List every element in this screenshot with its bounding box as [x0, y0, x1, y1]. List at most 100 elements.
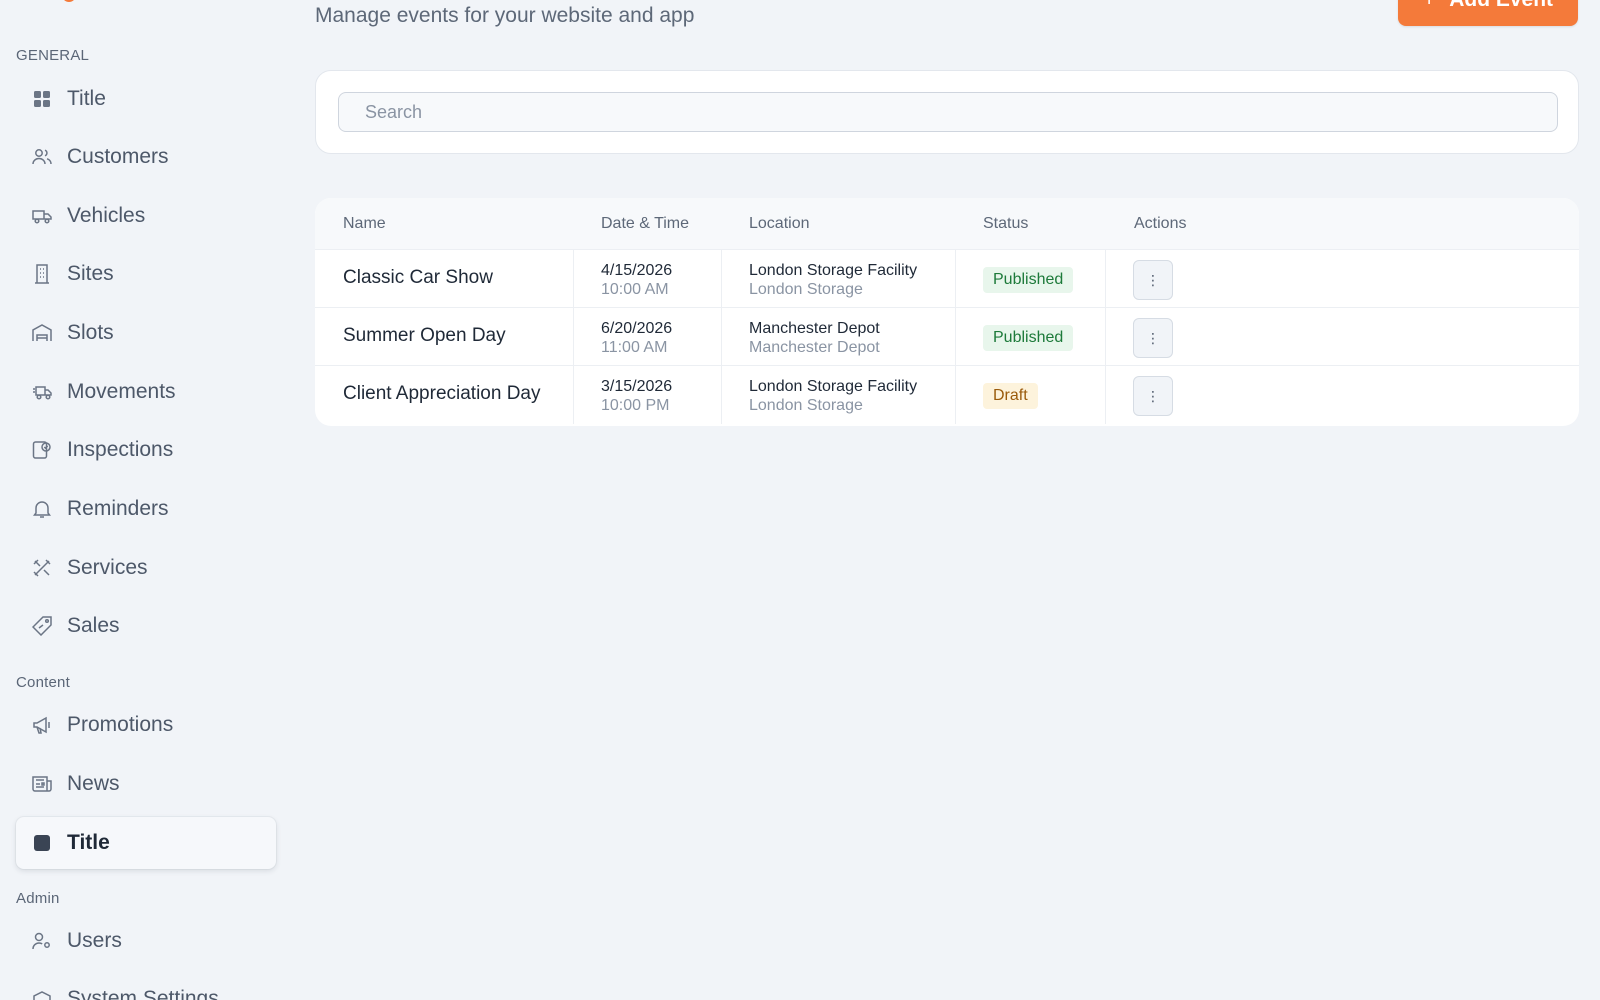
- row-actions-button[interactable]: ⋮: [1133, 260, 1173, 300]
- sidebar-item-promotions[interactable]: Promotions: [16, 699, 276, 751]
- sidebar-item-label: Sites: [67, 262, 114, 285]
- sidebar-item-slots[interactable]: Slots: [16, 307, 276, 359]
- event-location-sub: London Storage: [749, 397, 863, 414]
- sidebar-item-label: Vehicles: [67, 204, 146, 227]
- clipboard-check-icon: [32, 440, 52, 460]
- sidebar-item-users[interactable]: Users: [16, 915, 276, 967]
- column-header-status[interactable]: Status: [983, 215, 1028, 233]
- sidebar-item-inspections[interactable]: Inspections: [16, 424, 276, 476]
- event-date: 6/20/2026: [601, 320, 673, 337]
- event-location: London Storage Facility: [749, 378, 918, 395]
- cell-divider: [573, 366, 574, 424]
- event-location: Manchester Depot: [749, 320, 880, 337]
- megaphone-icon: [32, 715, 52, 735]
- sidebar-item-label: Movements: [67, 380, 176, 403]
- search-card: [315, 70, 1579, 154]
- column-header-date-time[interactable]: Date & Time: [601, 215, 689, 233]
- more-vertical-icon: ⋮: [1146, 387, 1160, 404]
- event-time: 10:00 PM: [601, 397, 670, 414]
- sidebar-item-label: Inspections: [67, 438, 174, 461]
- event-location: London Storage Facility: [749, 262, 918, 279]
- sidebar-item-label: Customers: [67, 145, 169, 168]
- cell-divider: [721, 308, 722, 365]
- event-name: Summer Open Day: [343, 325, 506, 346]
- sidebar-item-movements[interactable]: Movements: [16, 366, 276, 418]
- cell-divider: [1105, 366, 1106, 424]
- events-table: Name Date & Time Location Status Actions…: [315, 198, 1579, 426]
- tag-icon: [32, 616, 52, 636]
- newspaper-icon: [32, 774, 52, 794]
- column-header-actions: Actions: [1134, 215, 1187, 232]
- event-date: 4/15/2026: [601, 262, 673, 279]
- sidebar-item-label: Users: [67, 929, 122, 952]
- column-header-name[interactable]: Name: [343, 215, 386, 233]
- user-cog-icon: [32, 931, 52, 951]
- table-row[interactable]: Client Appreciation Day 3/15/2026 10:00 …: [315, 366, 1579, 424]
- add-event-button[interactable]: + Add Event: [1398, 0, 1578, 26]
- users-icon: [32, 147, 52, 167]
- sidebar-item-label: Title: [67, 831, 110, 854]
- event-time: 11:00 AM: [601, 339, 668, 356]
- cell-divider: [1105, 250, 1106, 307]
- sidebar-item-label: System Settings: [67, 987, 219, 1000]
- sidebar-item-title-active[interactable]: Title: [16, 817, 276, 869]
- tools-icon: [32, 558, 52, 578]
- garage-icon: [32, 323, 52, 343]
- sidebar-item-label: Title: [67, 87, 106, 110]
- truck-icon: [32, 206, 52, 226]
- delivery-truck-icon: [32, 382, 52, 402]
- cell-divider: [573, 250, 574, 307]
- sidebar-item-news[interactable]: News: [16, 758, 276, 810]
- more-vertical-icon: ⋮: [1146, 271, 1160, 288]
- sidebar-item-label: Services: [67, 556, 148, 579]
- section-label-general: GENERAL: [16, 47, 90, 64]
- sidebar-item-title[interactable]: Title: [16, 73, 276, 125]
- table-row[interactable]: Classic Car Show 4/15/2026 10:00 AM Lond…: [315, 250, 1579, 308]
- sidebar-item-sales[interactable]: Sales: [16, 600, 276, 652]
- status-badge: Draft: [983, 383, 1038, 409]
- cell-divider: [955, 250, 956, 307]
- cell-divider: [721, 250, 722, 307]
- cell-divider: [955, 308, 956, 365]
- section-label-content: Content: [16, 674, 70, 691]
- more-vertical-icon: ⋮: [1146, 329, 1160, 346]
- row-actions-button[interactable]: ⋮: [1133, 318, 1173, 358]
- sidebar-item-label: Promotions: [67, 713, 174, 736]
- sidebar-item-label: Sales: [67, 614, 120, 637]
- sidebar-item-label: News: [67, 772, 120, 795]
- building-icon: [32, 264, 52, 284]
- sidebar: GENERAL Title Customers Vehicles Sites S…: [0, 0, 290, 1000]
- sidebar-item-system-settings[interactable]: System Settings: [16, 973, 276, 1000]
- grid-icon: [32, 89, 52, 109]
- add-event-label: Add Event: [1449, 0, 1553, 12]
- event-name: Client Appreciation Day: [343, 383, 541, 404]
- sidebar-item-customers[interactable]: Customers: [16, 131, 276, 183]
- sidebar-item-services[interactable]: Services: [16, 542, 276, 594]
- sidebar-item-label: Slots: [67, 321, 114, 344]
- event-name: Classic Car Show: [343, 267, 493, 288]
- cell-divider: [721, 366, 722, 424]
- event-location-sub: Manchester Depot: [749, 339, 880, 356]
- sidebar-item-vehicles[interactable]: Vehicles: [16, 190, 276, 242]
- row-actions-button[interactable]: ⋮: [1133, 376, 1173, 416]
- status-badge: Published: [983, 325, 1074, 351]
- logo: [62, 0, 76, 2]
- square-icon: [32, 833, 52, 853]
- search-input[interactable]: [338, 92, 1558, 132]
- column-header-location[interactable]: Location: [749, 215, 810, 233]
- settings-icon: [32, 989, 52, 1000]
- event-location-sub: London Storage: [749, 281, 863, 298]
- sidebar-item-label: Reminders: [67, 497, 169, 520]
- section-label-admin: Admin: [16, 890, 60, 907]
- event-time: 10:00 AM: [601, 281, 669, 298]
- cell-divider: [1105, 308, 1106, 365]
- page-subtitle: Manage events for your website and app: [315, 4, 695, 27]
- sidebar-item-sites[interactable]: Sites: [16, 248, 276, 300]
- cell-divider: [955, 366, 956, 424]
- event-date: 3/15/2026: [601, 378, 673, 395]
- sidebar-item-reminders[interactable]: Reminders: [16, 483, 276, 535]
- cell-divider: [573, 308, 574, 365]
- table-row[interactable]: Summer Open Day 6/20/2026 11:00 AM Manch…: [315, 308, 1579, 366]
- bell-icon: [32, 499, 52, 519]
- status-badge: Published: [983, 267, 1074, 293]
